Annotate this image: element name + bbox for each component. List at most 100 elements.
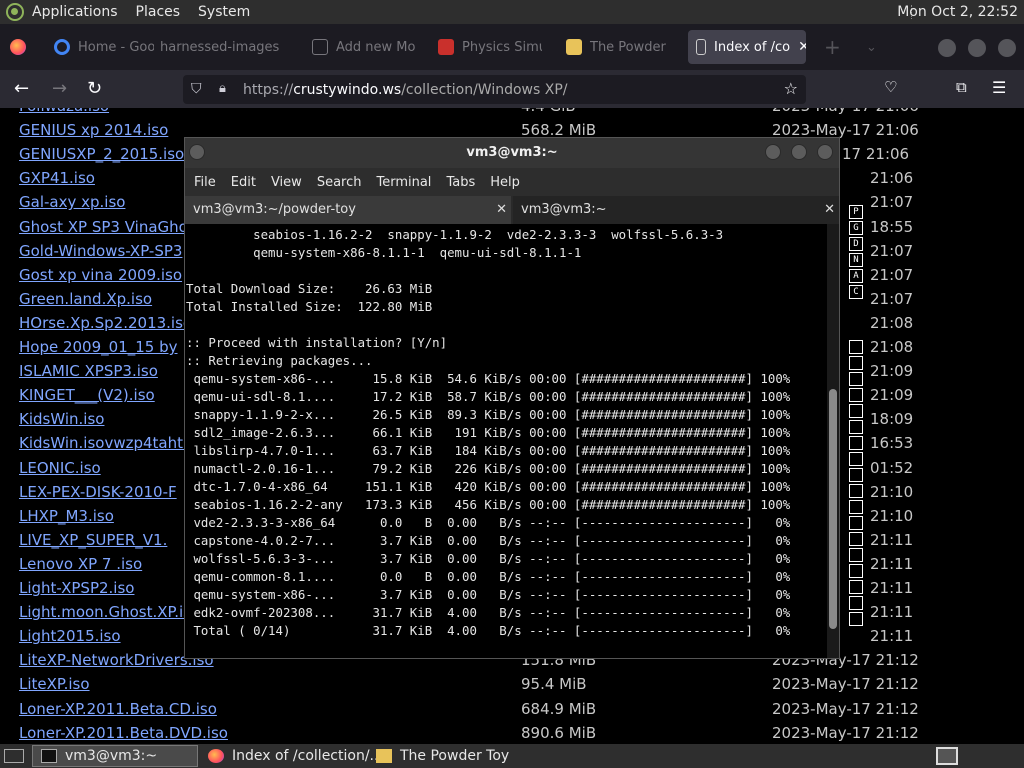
tool-icon[interactable] [849, 484, 863, 498]
file-link[interactable]: LHXP_M3.iso [19, 507, 114, 525]
tab-harnessed-images[interactable]: harnessed-images [160, 30, 280, 64]
taskbar-item-terminal[interactable]: vm3@vm3:~ [32, 745, 198, 767]
tab-physics-sim[interactable]: Physics Simu [438, 30, 542, 64]
terminal-output[interactable]: seabios-1.16.2-2 snappy-1.1.9-2 vde2-2.3… [185, 224, 827, 658]
file-link[interactable]: KidsWin.isovwzp4tahtn [19, 434, 193, 452]
file-link[interactable]: Loner-XP.2011.Beta.CD.iso [19, 700, 217, 718]
tool-button[interactable]: N [849, 253, 863, 267]
file-link[interactable]: Gal-axy xp.iso [19, 193, 125, 211]
file-link[interactable]: LIVE_XP_SUPER_V1. [19, 531, 167, 549]
tool-icon[interactable] [849, 596, 863, 610]
tool-icon[interactable] [849, 404, 863, 418]
terminal-close-button[interactable] [817, 144, 833, 160]
terminal-tab-home[interactable]: vm3@vm3:~ ✕ [513, 196, 839, 224]
tool-icon[interactable] [849, 436, 863, 450]
file-link[interactable]: Gold-Windows-XP-SP3 [19, 242, 182, 260]
back-icon[interactable]: ← [14, 78, 29, 99]
file-link[interactable]: Ghost XP SP3 VinaGho [19, 218, 188, 236]
file-link[interactable]: KINGET___(V2).iso [19, 386, 155, 404]
close-tab-icon[interactable]: ✕ [798, 39, 806, 55]
file-link[interactable]: Light2015.iso [19, 627, 121, 645]
places-menu[interactable]: Places [136, 4, 181, 20]
terminal-tab-powder-toy[interactable]: vm3@vm3:~/powder-toy ✕ [185, 196, 511, 224]
tab-powder-toy[interactable]: The Powder [566, 30, 668, 64]
tool-icon[interactable] [849, 372, 863, 386]
workspace-switcher[interactable] [936, 747, 958, 765]
tool-icon[interactable] [849, 388, 863, 402]
tool-icon[interactable] [849, 612, 863, 626]
menu-search[interactable]: Search [317, 175, 362, 190]
terminal-title[interactable]: vm3@vm3:~ [185, 138, 839, 168]
tool-icon[interactable] [849, 452, 863, 466]
bookmark-star-icon[interactable]: ☆ [784, 79, 798, 98]
tool-icon[interactable] [849, 420, 863, 434]
file-link[interactable]: Lenovo XP 7 .iso [19, 555, 142, 573]
file-link[interactable]: GENIUS xp 2014.iso [19, 121, 168, 139]
firefox-menu-icon[interactable] [10, 30, 34, 64]
tool-icon[interactable] [849, 580, 863, 594]
terminal-scrollbar[interactable] [827, 224, 839, 658]
terminal-menu-button[interactable] [189, 144, 205, 160]
menu-tabs[interactable]: Tabs [446, 175, 475, 190]
file-link[interactable]: Follwaza.iso [19, 108, 109, 115]
tool-button[interactable]: G [849, 221, 863, 235]
maximize-button[interactable] [968, 39, 986, 57]
close-window-button[interactable] [998, 39, 1016, 57]
tool-icon[interactable] [849, 564, 863, 578]
file-link[interactable]: Light-XPSP2.iso [19, 579, 134, 597]
terminal-minimize-button[interactable] [765, 144, 781, 160]
show-desktop-button[interactable] [4, 745, 32, 767]
file-link[interactable]: LEX-PEX-DISK-2010-F [19, 483, 177, 501]
tab-home-google[interactable]: Home - Goo [54, 30, 154, 64]
minimize-button[interactable] [938, 39, 956, 57]
distro-logo-icon[interactable] [6, 3, 24, 21]
file-link[interactable]: KidsWin.iso [19, 410, 104, 428]
tool-icon[interactable] [849, 340, 863, 354]
tool-icon[interactable] [849, 548, 863, 562]
shield-icon[interactable]: ⛉ [191, 81, 202, 97]
extensions-icon[interactable]: ⧉ [956, 78, 967, 96]
applications-menu[interactable]: Applications [32, 4, 118, 20]
file-link[interactable]: LiteXP.iso [19, 675, 90, 693]
new-tab-icon[interactable]: + [824, 30, 844, 64]
close-tab-icon[interactable]: ✕ [824, 196, 835, 224]
reload-icon[interactable]: ↻ [87, 78, 102, 99]
tool-icon[interactable] [849, 532, 863, 546]
file-link[interactable]: HOrse.Xp.Sp2.2013.iso [19, 314, 192, 332]
taskbar-item-firefox[interactable]: Index of /collection/... [208, 745, 383, 767]
tool-button[interactable]: A [849, 269, 863, 283]
file-link[interactable]: Green.land.Xp.iso [19, 290, 152, 308]
tool-icon[interactable] [849, 500, 863, 514]
file-link[interactable]: LEONIC.iso [19, 459, 101, 477]
menu-help[interactable]: Help [490, 175, 520, 190]
tool-icon[interactable] [849, 468, 863, 482]
close-tab-icon[interactable]: ✕ [496, 196, 507, 224]
menu-file[interactable]: File [194, 175, 216, 190]
menu-terminal[interactable]: Terminal [376, 175, 431, 190]
menu-view[interactable]: View [271, 175, 302, 190]
tab-index-of-collection[interactable]: Index of /co ✕ [688, 30, 806, 64]
tool-icon[interactable] [849, 516, 863, 530]
list-tabs-icon[interactable]: ⌄ [866, 30, 886, 64]
forward-icon[interactable]: → [52, 78, 67, 99]
hamburger-menu-icon[interactable]: ☰ [992, 78, 1006, 97]
file-link[interactable]: Hope 2009_01_15 by [19, 338, 178, 356]
file-link[interactable]: ISLAMIC XPSP3.iso [19, 362, 158, 380]
file-link[interactable]: GXP41.iso [19, 169, 95, 187]
lock-icon[interactable]: 🔒︎ [219, 81, 226, 96]
clock[interactable]: Mon Oct 2, 22:52 [897, 4, 1018, 20]
tab-add-new-model[interactable]: Add new Mo [312, 30, 416, 64]
menu-edit[interactable]: Edit [231, 175, 256, 190]
file-link[interactable]: Light.moon.Ghost.XP.is [19, 603, 191, 621]
terminal-maximize-button[interactable] [791, 144, 807, 160]
tool-button[interactable]: D [849, 237, 863, 251]
file-link[interactable]: Loner-XP.2011.Beta.DVD.iso [19, 724, 228, 742]
url-bar[interactable]: ⛉ 🔒︎ https://crustywindo.ws/collection/W… [183, 75, 806, 104]
system-menu[interactable]: System [198, 4, 250, 20]
taskbar-item-powder-toy[interactable]: The Powder Toy [376, 745, 509, 767]
file-link[interactable]: GENIUSXP_2_2015.iso [19, 145, 184, 163]
pocket-icon[interactable]: ♡ [884, 78, 897, 96]
scrollbar-thumb[interactable] [829, 389, 837, 629]
tool-button[interactable]: C [849, 285, 863, 299]
file-link[interactable]: Gost xp vina 2009.iso [19, 266, 182, 284]
